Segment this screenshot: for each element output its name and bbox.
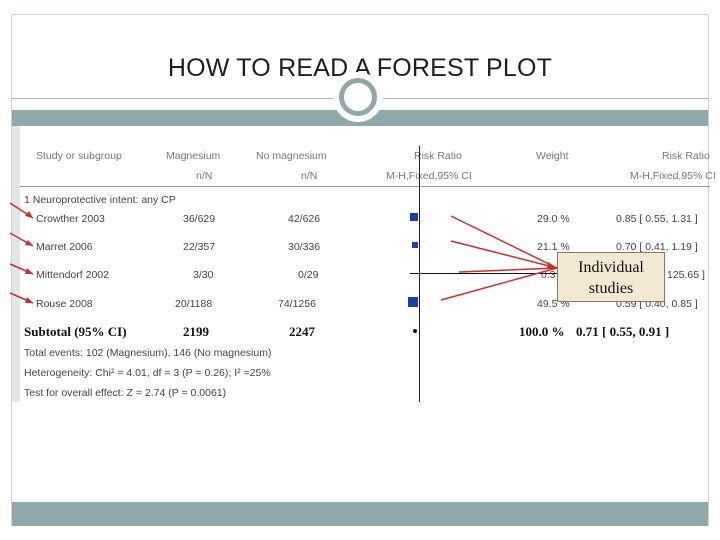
arrow-right-4 xyxy=(440,267,558,301)
individual-studies-callout: Individual studies xyxy=(557,252,665,302)
callout-line-1: Individual xyxy=(578,259,644,276)
callout-line-2: studies xyxy=(588,280,634,297)
arrow-right-2 xyxy=(450,240,558,269)
arrow-right-1 xyxy=(450,215,558,269)
accent-band-bottom xyxy=(12,502,708,526)
